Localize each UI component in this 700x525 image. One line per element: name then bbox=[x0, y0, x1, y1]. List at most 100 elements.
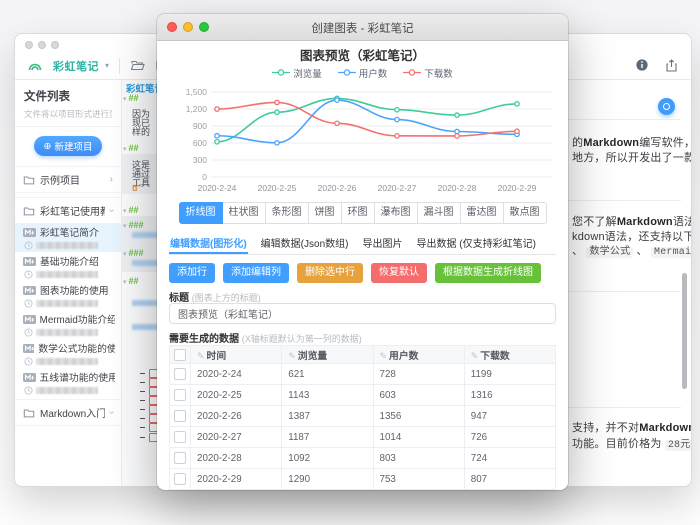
table-cell[interactable]: 947 bbox=[464, 406, 555, 427]
table-cell[interactable]: 621 bbox=[282, 364, 373, 385]
chart-type-tab[interactable]: 柱状图 bbox=[222, 202, 266, 224]
legend-item-浏览量[interactable]: 浏览量 bbox=[272, 66, 322, 80]
dialog-titlebar[interactable]: 创建图表 - 彩虹笔记 bbox=[157, 14, 568, 41]
table-cell[interactable]: 1092 bbox=[282, 448, 373, 469]
share-icon[interactable] bbox=[664, 58, 679, 73]
table-cell[interactable]: 2020-2-28 bbox=[191, 448, 282, 469]
data-tab[interactable]: 导出数据 (仅支持彩虹笔记) bbox=[415, 232, 536, 254]
data-point[interactable] bbox=[215, 134, 219, 138]
table-cell[interactable]: 1187 bbox=[282, 427, 373, 448]
data-point[interactable] bbox=[395, 117, 399, 121]
action-button[interactable]: 恢复默认 bbox=[371, 263, 427, 283]
redacted-timestamp bbox=[36, 300, 98, 307]
row-checkbox[interactable] bbox=[174, 473, 186, 485]
table-cell[interactable]: 603 bbox=[373, 385, 464, 406]
select-all-checkbox[interactable] bbox=[174, 349, 186, 361]
table-cell[interactable]: 2020-2-29 bbox=[191, 469, 282, 490]
chart-title-input[interactable] bbox=[169, 303, 556, 324]
edit-column-icon[interactable]: ✎ bbox=[471, 351, 479, 361]
table-cell[interactable]: 2020-2-24 bbox=[191, 364, 282, 385]
data-point[interactable] bbox=[395, 108, 399, 112]
row-checkbox[interactable] bbox=[174, 431, 186, 443]
data-point[interactable] bbox=[515, 129, 519, 133]
info-icon[interactable] bbox=[635, 58, 650, 73]
data-point[interactable] bbox=[275, 141, 279, 145]
data-point[interactable] bbox=[215, 107, 219, 111]
table-cell[interactable]: 1316 bbox=[464, 385, 555, 406]
table-cell[interactable]: 1290 bbox=[282, 469, 373, 490]
sidebar-folder-tutorial[interactable]: 彩虹笔记使用教程 › bbox=[15, 197, 121, 223]
window-close-button[interactable] bbox=[25, 41, 33, 49]
table-cell[interactable]: 1356 bbox=[373, 406, 464, 427]
action-button[interactable]: 删除选中行 bbox=[297, 263, 363, 283]
column-header[interactable]: ✎下载数 bbox=[464, 346, 555, 364]
chart-type-tab[interactable]: 瀑布图 bbox=[374, 202, 418, 224]
data-tab[interactable]: 编辑数据(Json数组) bbox=[260, 232, 350, 254]
data-point[interactable] bbox=[335, 98, 339, 102]
table-cell[interactable]: 1143 bbox=[282, 385, 373, 406]
sidebar-note-item[interactable]: 彩虹笔记简介 bbox=[15, 223, 121, 252]
chart-type-tab[interactable]: 折线图 bbox=[179, 202, 223, 224]
row-checkbox[interactable] bbox=[174, 452, 186, 464]
edit-column-icon[interactable]: ✎ bbox=[380, 351, 388, 361]
data-point[interactable] bbox=[455, 113, 459, 117]
row-checkbox[interactable] bbox=[174, 389, 186, 401]
chart-type-tab[interactable]: 条形图 bbox=[265, 202, 309, 224]
sidebar-note-item[interactable]: 数学公式功能的使用 bbox=[15, 339, 121, 368]
scrollbar[interactable] bbox=[682, 273, 687, 389]
sidebar-note-item[interactable]: 五线谱功能的使用 bbox=[15, 368, 121, 397]
table-cell[interactable]: 724 bbox=[464, 448, 555, 469]
open-folder-icon[interactable] bbox=[130, 58, 145, 73]
new-project-button[interactable]: ⊕新建项目 bbox=[34, 136, 103, 156]
legend-item-用户数[interactable]: 用户数 bbox=[338, 66, 388, 80]
table-cell[interactable]: 2020-2-25 bbox=[191, 385, 282, 406]
chart-type-tab[interactable]: 雷达图 bbox=[460, 202, 504, 224]
chart-type-tab[interactable]: 散点图 bbox=[503, 202, 547, 224]
app-name[interactable]: 彩虹笔记 bbox=[53, 58, 99, 74]
table-cell[interactable]: 1014 bbox=[373, 427, 464, 448]
sync-fab-button[interactable] bbox=[658, 98, 675, 115]
sidebar-folder-markdown[interactable]: Markdown入门教程 › bbox=[15, 399, 121, 426]
data-point[interactable] bbox=[275, 100, 279, 104]
column-header[interactable]: ✎浏览量 bbox=[282, 346, 373, 364]
table-cell[interactable]: 807 bbox=[464, 469, 555, 490]
chevron-down-icon[interactable]: ▾ bbox=[105, 61, 109, 70]
chart-type-tab[interactable]: 饼图 bbox=[308, 202, 342, 224]
table-cell[interactable]: 1387 bbox=[282, 406, 373, 427]
table-cell[interactable]: 753 bbox=[373, 469, 464, 490]
table-cell[interactable]: 726 bbox=[464, 427, 555, 448]
table-cell[interactable]: 1199 bbox=[464, 364, 555, 385]
table-cell[interactable]: 2020-2-26 bbox=[191, 406, 282, 427]
action-button[interactable]: 添加编辑列 bbox=[223, 263, 289, 283]
sidebar-note-item[interactable]: Mermaid功能介绍 bbox=[15, 310, 121, 339]
table-cell[interactable]: 803 bbox=[373, 448, 464, 469]
data-point[interactable] bbox=[395, 134, 399, 138]
sidebar-note-item[interactable]: 基础功能介绍 bbox=[15, 252, 121, 281]
legend-item-下载数[interactable]: 下载数 bbox=[403, 66, 453, 80]
window-zoom-button[interactable] bbox=[51, 41, 59, 49]
column-header[interactable]: ✎时间 bbox=[191, 346, 282, 364]
edit-column-icon[interactable]: ✎ bbox=[197, 351, 205, 361]
window-minimize-button[interactable] bbox=[38, 41, 46, 49]
action-button[interactable]: 根据数据生成折线图 bbox=[435, 263, 541, 283]
data-tab[interactable]: 导出图片 bbox=[361, 232, 403, 254]
data-point[interactable] bbox=[215, 140, 219, 144]
column-header[interactable]: ✎用户数 bbox=[373, 346, 464, 364]
chart-type-tab[interactable]: 漏斗图 bbox=[417, 202, 461, 224]
data-point[interactable] bbox=[455, 134, 459, 138]
sidebar-note-item[interactable]: 图表功能的使用 bbox=[15, 281, 121, 310]
table-cell[interactable]: 2020-2-27 bbox=[191, 427, 282, 448]
data-tab[interactable]: 编辑数据(图形化) bbox=[169, 232, 248, 254]
table-cell[interactable]: 728 bbox=[373, 364, 464, 385]
data-point[interactable] bbox=[455, 129, 459, 133]
row-checkbox[interactable] bbox=[174, 410, 186, 422]
row-checkbox[interactable] bbox=[174, 368, 186, 380]
data-point[interactable] bbox=[275, 110, 279, 114]
edit-column-icon[interactable]: ✎ bbox=[288, 351, 296, 361]
data-point[interactable] bbox=[335, 121, 339, 125]
data-point[interactable] bbox=[515, 102, 519, 106]
chart-type-tab[interactable]: 环图 bbox=[341, 202, 375, 224]
action-button[interactable]: 添加行 bbox=[169, 263, 215, 283]
sidebar-folder-example[interactable]: 示例项目 › bbox=[15, 166, 121, 193]
create-chart-dialog: 创建图表 - 彩虹笔记 图表预览（彩虹笔记） 浏览量 用户数 下载数 03006… bbox=[157, 14, 568, 490]
